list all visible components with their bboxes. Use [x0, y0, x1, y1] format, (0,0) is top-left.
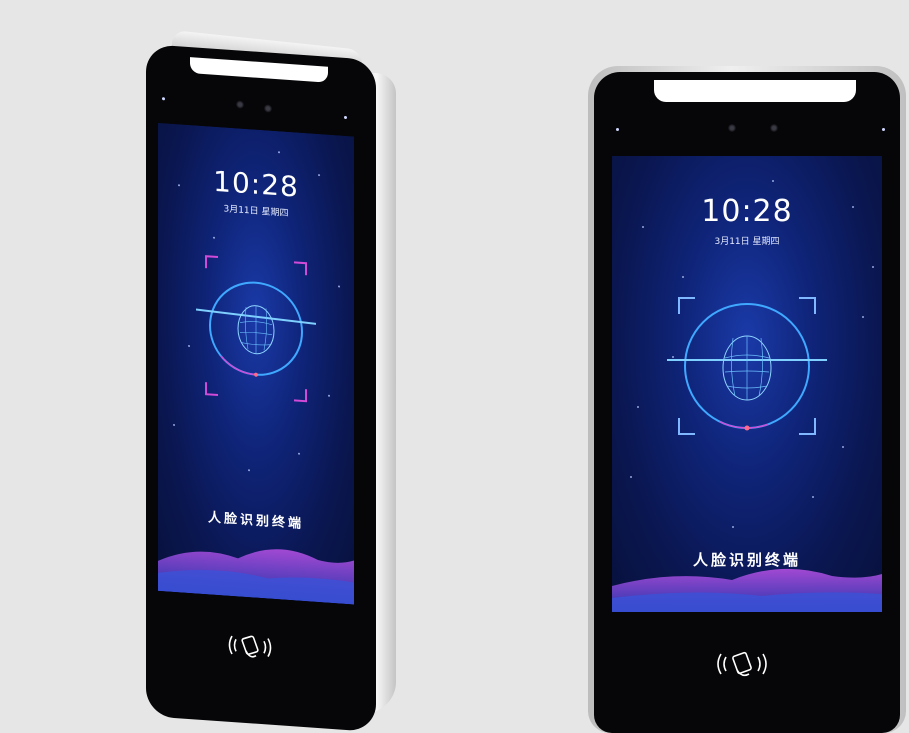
- top-light-bar: [654, 80, 856, 102]
- clock-date: 3月11日 星期四: [714, 237, 780, 247]
- landscape-graphic: [612, 568, 882, 612]
- landscape-graphic: [158, 549, 354, 605]
- top-light-bar: [190, 57, 328, 83]
- sensor-dot: [616, 128, 619, 131]
- clock-time: 10:28: [701, 194, 793, 229]
- sensor-dot: [882, 128, 885, 131]
- sensor-dot: [162, 97, 165, 101]
- sensor-dot: [344, 115, 347, 120]
- camera-lens-icon: [264, 104, 272, 113]
- display-screen: 10:28 3月11日 星期四 人脸识别终端: [158, 122, 354, 605]
- face-recognition-terminal-right: 10:28 3月11日 星期四 人脸识别终端: [588, 66, 906, 733]
- camera-lens-icon: [728, 124, 736, 132]
- camera-lens-icon: [770, 124, 778, 132]
- device-front-panel: 10:28 3月11日 星期四 人脸识别终端: [146, 44, 376, 733]
- device-front-panel: 10:28 3月11日 星期四 人脸识别终端: [594, 72, 900, 733]
- display-screen: 10:28 3月11日 星期四 人脸识别终端: [612, 156, 882, 612]
- nfc-card-icon: [714, 648, 770, 684]
- face-scan-icon: [196, 255, 316, 403]
- face-scan-icon: [667, 297, 827, 435]
- nfc-card-icon: [226, 630, 274, 667]
- camera-lens-icon: [236, 100, 244, 109]
- face-recognition-terminal-left: 10:28 3月11日 星期四 人脸识别终端: [142, 30, 398, 733]
